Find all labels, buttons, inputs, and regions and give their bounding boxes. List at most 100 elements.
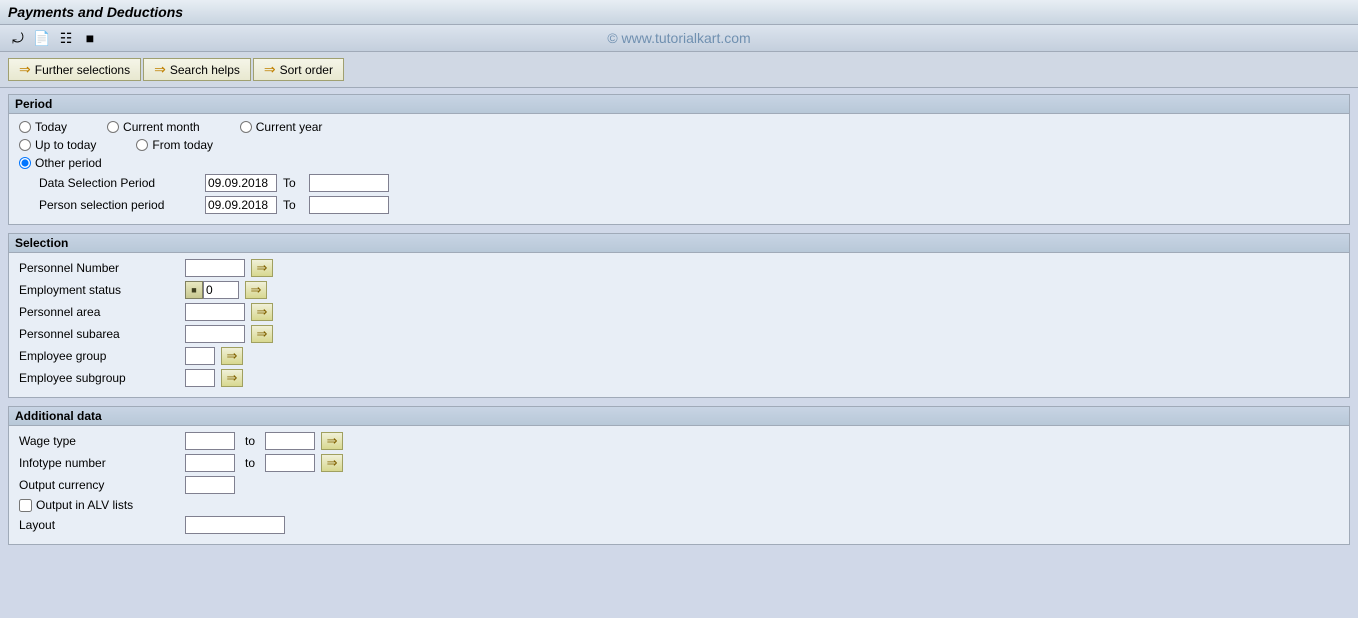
personnel-area-arrow-btn[interactable] <box>251 303 273 321</box>
employment-status-input-group: ■ <box>185 281 239 299</box>
employee-subgroup-label: Employee subgroup <box>19 371 179 385</box>
employment-status-arrow-btn[interactable] <box>245 281 267 299</box>
page-title: Payments and Deductions <box>8 4 183 20</box>
employment-status-label: Employment status <box>19 283 179 297</box>
main-content: Period Today Current month Current year <box>0 88 1358 559</box>
tab-search-helps-label: Search helps <box>170 63 240 77</box>
data-selection-period-row: Data Selection Period To <box>39 174 1339 192</box>
additional-data-section-body: Wage type to Infotype number to Output c… <box>9 426 1349 544</box>
personnel-subarea-input[interactable] <box>185 325 245 343</box>
wage-type-row: Wage type to <box>19 432 1339 450</box>
wage-type-from-input[interactable] <box>185 432 235 450</box>
personnel-area-label: Personnel area <box>19 305 179 319</box>
employee-group-label: Employee group <box>19 349 179 363</box>
period-section-header: Period <box>9 95 1349 114</box>
layout-row: Layout <box>19 516 1339 534</box>
data-selection-to-input[interactable] <box>309 174 389 192</box>
radio-today[interactable]: Today <box>19 120 67 134</box>
employment-status-row: Employment status ■ <box>19 281 1339 299</box>
layout-label: Layout <box>19 518 179 532</box>
period-row-1: Today Current month Current year <box>19 120 1339 134</box>
employee-group-input[interactable] <box>185 347 215 365</box>
employment-status-btn[interactable]: ■ <box>185 281 203 299</box>
employment-status-input[interactable] <box>203 281 239 299</box>
data-selection-to-label: To <box>283 176 303 190</box>
next-icon[interactable]: 📄 <box>32 28 52 48</box>
additional-data-section-header: Additional data <box>9 407 1349 426</box>
period-section-body: Today Current month Current year Up to t… <box>9 114 1349 224</box>
layout-input[interactable] <box>185 516 285 534</box>
selection-section: Selection Personnel Number Employment st… <box>8 233 1350 398</box>
employee-subgroup-row: Employee subgroup <box>19 369 1339 387</box>
radio-other-period[interactable]: Other period <box>19 156 102 170</box>
tab-sort-order[interactable]: ⇒ Sort order <box>253 58 344 81</box>
additional-data-section: Additional data Wage type to Infotype nu… <box>8 406 1350 545</box>
output-currency-label: Output currency <box>19 478 179 492</box>
selection-section-header: Selection <box>9 234 1349 253</box>
employee-group-arrow-btn[interactable] <box>221 347 243 365</box>
employee-subgroup-arrow-btn[interactable] <box>221 369 243 387</box>
person-selection-from-input[interactable] <box>205 196 277 214</box>
prev-icon[interactable]: ⤾ <box>8 28 28 48</box>
data-selection-period-label: Data Selection Period <box>39 176 199 190</box>
personnel-subarea-arrow-btn[interactable] <box>251 325 273 343</box>
output-currency-input[interactable] <box>185 476 235 494</box>
radio-other-period-input[interactable] <box>19 157 31 169</box>
personnel-number-arrow-btn[interactable] <box>251 259 273 277</box>
watermark: © www.tutorialkart.com <box>607 30 750 46</box>
radio-current-month-label: Current month <box>123 120 200 134</box>
output-alv-label: Output in ALV lists <box>36 498 133 512</box>
personnel-area-row: Personnel area <box>19 303 1339 321</box>
person-selection-period-row: Person selection period To <box>39 196 1339 214</box>
person-selection-to-label: To <box>283 198 303 212</box>
search-helps-arrow-icon: ⇒ <box>154 61 166 78</box>
radio-up-to-today-input[interactable] <box>19 139 31 151</box>
selection-section-body: Personnel Number Employment status ■ Per… <box>9 253 1349 397</box>
radio-other-period-label: Other period <box>35 156 102 170</box>
info-icon[interactable]: ☷ <box>56 28 76 48</box>
period-row-2: Up to today From today <box>19 138 1339 152</box>
employee-group-row: Employee group <box>19 347 1339 365</box>
save-icon[interactable]: ■ <box>80 28 100 48</box>
radio-today-input[interactable] <box>19 121 31 133</box>
tab-further-selections-label: Further selections <box>35 63 130 77</box>
radio-from-today-input[interactable] <box>136 139 148 151</box>
radio-today-label: Today <box>35 120 67 134</box>
period-section: Period Today Current month Current year <box>8 94 1350 225</box>
radio-from-today[interactable]: From today <box>136 138 213 152</box>
tab-sort-order-label: Sort order <box>280 63 333 77</box>
personnel-number-input[interactable] <box>185 259 245 277</box>
wage-type-arrow-btn[interactable] <box>321 432 343 450</box>
personnel-subarea-label: Personnel subarea <box>19 327 179 341</box>
infotype-number-to-input[interactable] <box>265 454 315 472</box>
tab-bar: ⇒ Further selections ⇒ Search helps ⇒ So… <box>0 52 1358 88</box>
radio-current-month[interactable]: Current month <box>107 120 200 134</box>
data-selection-from-input[interactable] <box>205 174 277 192</box>
radio-current-year[interactable]: Current year <box>240 120 323 134</box>
personnel-area-input[interactable] <box>185 303 245 321</box>
radio-up-to-today-label: Up to today <box>35 138 96 152</box>
tab-search-helps[interactable]: ⇒ Search helps <box>143 58 251 81</box>
infotype-number-label: Infotype number <box>19 456 179 470</box>
wage-type-label: Wage type <box>19 434 179 448</box>
personnel-subarea-row: Personnel subarea <box>19 325 1339 343</box>
radio-up-to-today[interactable]: Up to today <box>19 138 96 152</box>
radio-current-year-input[interactable] <box>240 121 252 133</box>
radio-from-today-label: From today <box>152 138 213 152</box>
radio-current-month-input[interactable] <box>107 121 119 133</box>
infotype-number-row: Infotype number to <box>19 454 1339 472</box>
period-row-3: Other period <box>19 156 1339 170</box>
title-bar: Payments and Deductions <box>0 0 1358 25</box>
person-selection-to-input[interactable] <box>309 196 389 214</box>
employee-subgroup-input[interactable] <box>185 369 215 387</box>
output-currency-row: Output currency <box>19 476 1339 494</box>
output-alv-checkbox[interactable] <box>19 499 32 512</box>
wage-type-to-input[interactable] <box>265 432 315 450</box>
personnel-number-label: Personnel Number <box>19 261 179 275</box>
toolbar: ⤾ 📄 ☷ ■ © www.tutorialkart.com <box>0 25 1358 52</box>
infotype-number-to-label: to <box>245 456 255 470</box>
infotype-number-arrow-btn[interactable] <box>321 454 343 472</box>
tab-further-selections[interactable]: ⇒ Further selections <box>8 58 141 81</box>
infotype-number-from-input[interactable] <box>185 454 235 472</box>
wage-type-to-label: to <box>245 434 255 448</box>
